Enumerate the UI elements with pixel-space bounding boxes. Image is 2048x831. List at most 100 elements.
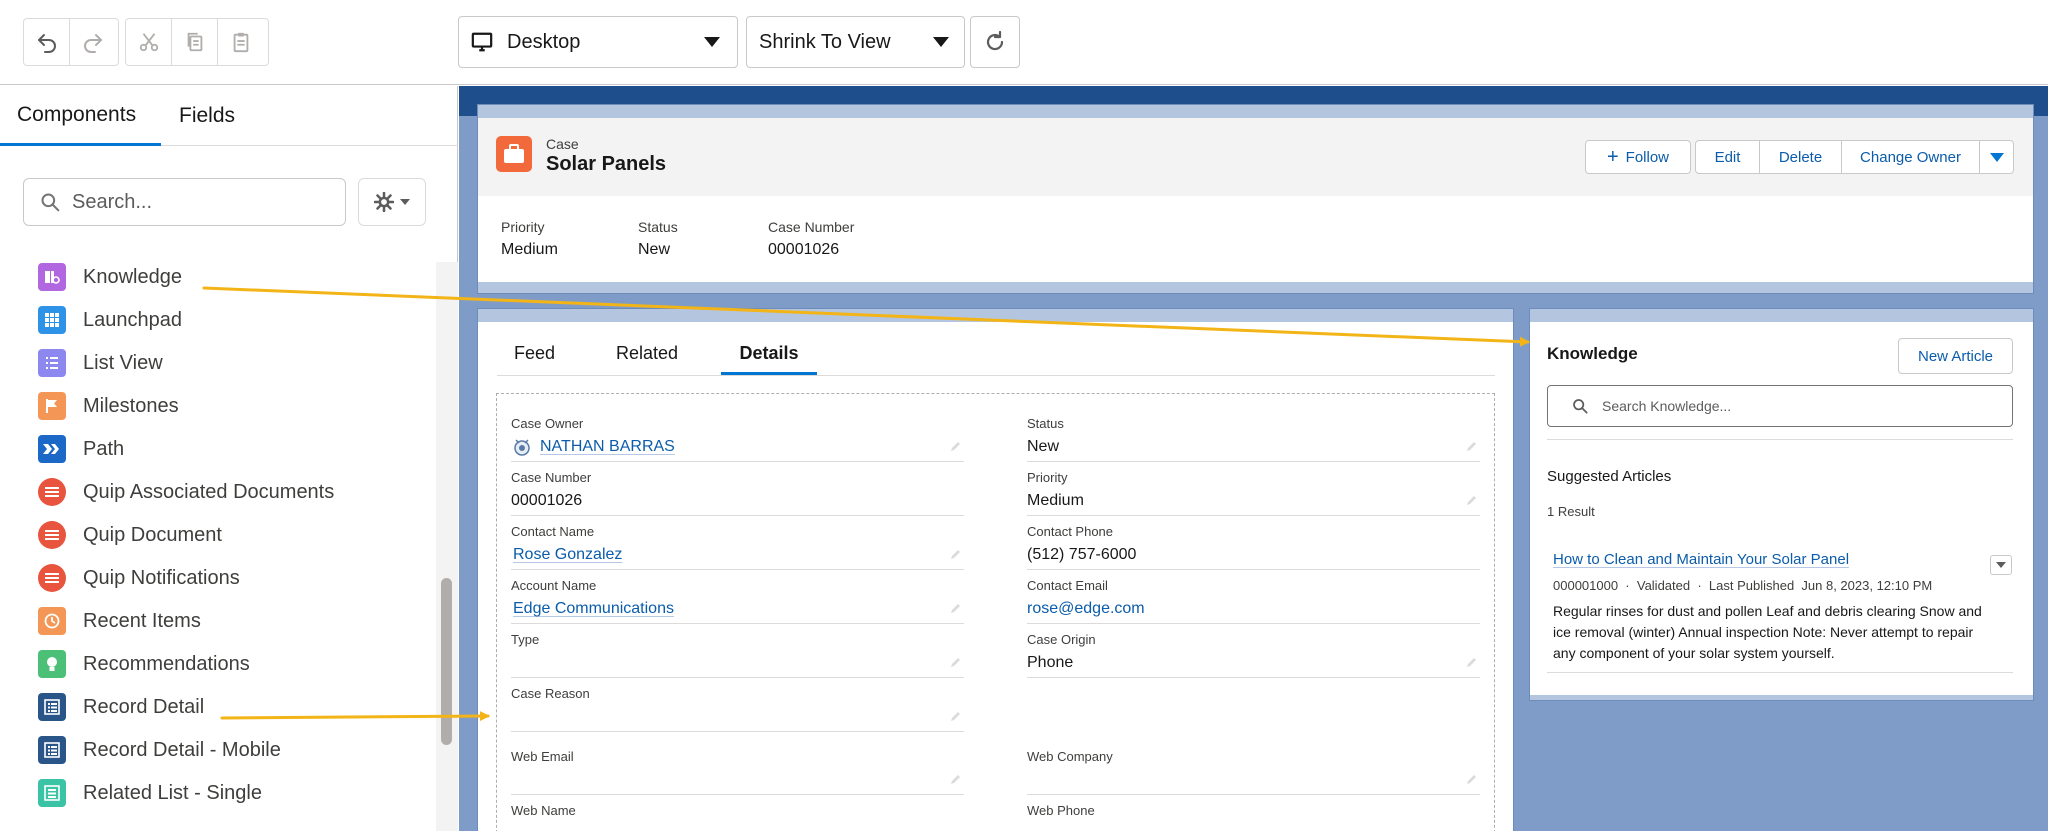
field-value-account-name[interactable]: Edge Communications — [513, 600, 674, 618]
component-label: Path — [83, 437, 125, 460]
pencil-icon[interactable] — [1466, 440, 1478, 452]
field-divider — [1027, 569, 1480, 570]
field-divider — [1027, 677, 1480, 678]
delete-button[interactable]: Delete — [1760, 141, 1842, 173]
knowledge-search[interactable] — [1547, 385, 2013, 427]
knowledge-icon — [38, 263, 66, 291]
paste-button[interactable] — [218, 19, 264, 65]
undo-redo-group — [23, 18, 119, 66]
pencil-icon[interactable] — [1466, 773, 1478, 785]
component-label: Milestones — [83, 394, 179, 417]
component-milestones[interactable]: Milestones — [38, 391, 179, 421]
knowledge-search-input[interactable] — [1602, 398, 2002, 414]
user-avatar-icon — [514, 439, 530, 456]
article-published: Last Published Jun 8, 2023, 12:10 PM — [1708, 578, 1933, 593]
tab-fields[interactable]: Fields — [179, 86, 235, 146]
field-value-case-owner[interactable]: NATHAN BARRAS — [540, 438, 675, 456]
highlight-label: Case Number — [768, 219, 855, 235]
field-value-contact-phone: (512) 757-6000 — [1027, 546, 1137, 563]
undo-button[interactable] — [24, 19, 70, 65]
component-quip-associated-documents[interactable]: Quip Associated Documents — [38, 477, 334, 507]
pencil-icon[interactable] — [1466, 494, 1478, 506]
path-icon — [38, 435, 66, 463]
component-related-list-single[interactable]: Related List - Single — [38, 778, 262, 808]
tab-label: Feed — [514, 343, 556, 363]
case-icon — [496, 136, 532, 172]
article-summary: Regular rinses for dust and pollen Leaf … — [1553, 603, 1982, 661]
pencil-icon[interactable] — [950, 602, 962, 614]
component-search-input[interactable] — [72, 190, 322, 214]
component-label: Quip Associated Documents — [83, 480, 335, 503]
component-path[interactable]: Path — [38, 434, 124, 464]
scrollbar-thumb[interactable] — [441, 578, 452, 745]
field-divider — [511, 461, 964, 462]
redo-button[interactable] — [70, 19, 116, 65]
builder-toolbar: Desktop Shrink To View — [0, 0, 2048, 85]
device-select[interactable]: Desktop — [458, 16, 738, 68]
component-label: Recommendations — [83, 652, 250, 675]
component-quip-notifications[interactable]: Quip Notifications — [38, 563, 240, 593]
search-icon — [41, 193, 60, 212]
tab-feed[interactable]: Feed — [514, 335, 555, 375]
new-article-button[interactable]: New Article — [1898, 338, 2013, 374]
change-owner-button[interactable]: Change Owner — [1842, 141, 1980, 173]
field-value-status: New — [1027, 438, 1060, 455]
component-record-detail[interactable]: Record Detail — [38, 692, 204, 722]
refresh-button[interactable] — [970, 16, 1020, 68]
field-label: Web Name — [511, 803, 576, 818]
article-title-link[interactable]: How to Clean and Maintain Your Solar Pan… — [1553, 551, 1849, 568]
undo-icon — [37, 34, 56, 53]
pencil-icon[interactable] — [950, 710, 962, 722]
component-label: Related List - Single — [83, 781, 262, 804]
field-label: Contact Phone — [1027, 524, 1114, 539]
field-label: Contact Email — [1027, 578, 1108, 593]
tab-label: Components — [17, 102, 137, 126]
field-divider — [511, 569, 964, 570]
copy-button[interactable] — [172, 19, 218, 65]
delete-button-label: Delete — [1778, 148, 1823, 166]
pencil-icon[interactable] — [950, 656, 962, 668]
new-article-label: New Article — [1917, 347, 1994, 365]
scrollbar-track[interactable] — [436, 262, 458, 831]
component-search[interactable] — [23, 178, 346, 226]
edit-button[interactable]: Edit — [1696, 141, 1760, 173]
component-recommendations[interactable]: Recommendations — [38, 649, 250, 679]
cut-button[interactable] — [126, 19, 172, 65]
pencil-icon[interactable] — [950, 773, 962, 785]
component-knowledge[interactable]: Knowledge — [38, 262, 182, 292]
gear-icon — [374, 192, 394, 212]
pencil-icon[interactable] — [950, 548, 962, 560]
pencil-icon[interactable] — [1466, 656, 1478, 668]
field-value-contact-email[interactable]: rose@edge.com — [1027, 600, 1145, 618]
settings-menu-button[interactable] — [358, 178, 426, 226]
pencil-icon[interactable] — [950, 440, 962, 452]
tab-details[interactable]: Details — [721, 335, 817, 375]
tab-related[interactable]: Related — [616, 335, 678, 375]
more-actions-button[interactable] — [1980, 141, 2013, 173]
suggested-articles-label: Suggested Articles — [1547, 468, 1672, 485]
field-label: Type — [511, 632, 540, 647]
related-list-icon — [38, 779, 66, 807]
component-quip-document[interactable]: Quip Document — [38, 520, 222, 550]
component-record-detail-mobile[interactable]: Record Detail - Mobile — [38, 735, 281, 765]
field-divider — [511, 794, 964, 795]
component-recent-items[interactable]: Recent Items — [38, 606, 201, 636]
tab-components[interactable]: Components — [0, 86, 161, 146]
field-value-contact-name[interactable]: Rose Gonzalez — [513, 546, 622, 564]
follow-button[interactable]: + Follow — [1585, 140, 1691, 174]
zoom-select-value: Shrink To View — [759, 30, 891, 53]
article-menu-button[interactable] — [1990, 555, 2012, 575]
result-count: 1 Result — [1547, 504, 1595, 519]
component-launchpad[interactable]: Launchpad — [38, 305, 182, 335]
component-list-view[interactable]: List View — [38, 348, 163, 378]
field-value-case-number: 00001026 — [511, 492, 583, 509]
zoom-select[interactable]: Shrink To View — [746, 16, 965, 68]
field-value-case-origin: Phone — [1027, 654, 1074, 671]
caret-down-icon — [933, 37, 949, 47]
component-label: List View — [83, 351, 163, 374]
component-list: Knowledge Launchpad List View Milestones… — [0, 262, 436, 831]
tabs-divider — [497, 375, 1495, 376]
field-divider — [1027, 794, 1480, 795]
caret-down-icon — [1989, 152, 2004, 162]
record-detail-icon — [38, 693, 66, 721]
